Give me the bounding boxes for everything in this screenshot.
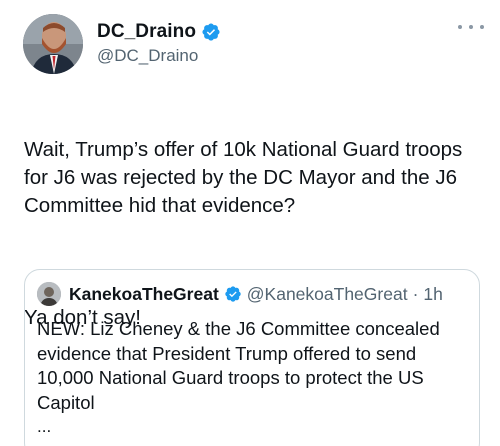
verified-badge-icon <box>202 23 220 41</box>
quoted-tweet[interactable]: KanekoaTheGreat @KanekoaTheGreat · 1h NE… <box>24 269 480 446</box>
author-handle[interactable]: @DC_Draino <box>97 46 221 66</box>
verified-badge-icon <box>225 286 241 302</box>
quoted-tweet-timestamp[interactable]: 1h <box>423 284 442 305</box>
tweet-paragraph: Wait, Trump’s offer of 10k National Guar… <box>24 138 463 217</box>
quoted-tweet-text: NEW: Liz Cheney & the J6 Committee conce… <box>37 318 440 413</box>
quoted-tweet-header: KanekoaTheGreat @KanekoaTheGreat · 1h <box>37 282 443 306</box>
tweet-card: DC_Draino @DC_Draino Wait, Trump’s offer… <box>0 0 500 446</box>
author-display-name[interactable]: DC_Draino <box>97 21 196 43</box>
person-avatar-icon <box>23 14 83 74</box>
quoted-author-avatar[interactable] <box>37 282 61 306</box>
quoted-author-handle[interactable]: @KanekoaTheGreat <box>247 284 408 305</box>
quoted-tweet-ellipsis: ... <box>37 417 52 436</box>
quoted-author-display-name[interactable]: KanekoaTheGreat <box>69 284 219 305</box>
author-info: DC_Draino @DC_Draino <box>97 20 221 66</box>
separator-dot: · <box>412 283 419 304</box>
author-avatar[interactable] <box>23 14 83 74</box>
more-horizontal-icon[interactable] <box>458 20 484 34</box>
person-avatar-icon <box>37 282 61 306</box>
